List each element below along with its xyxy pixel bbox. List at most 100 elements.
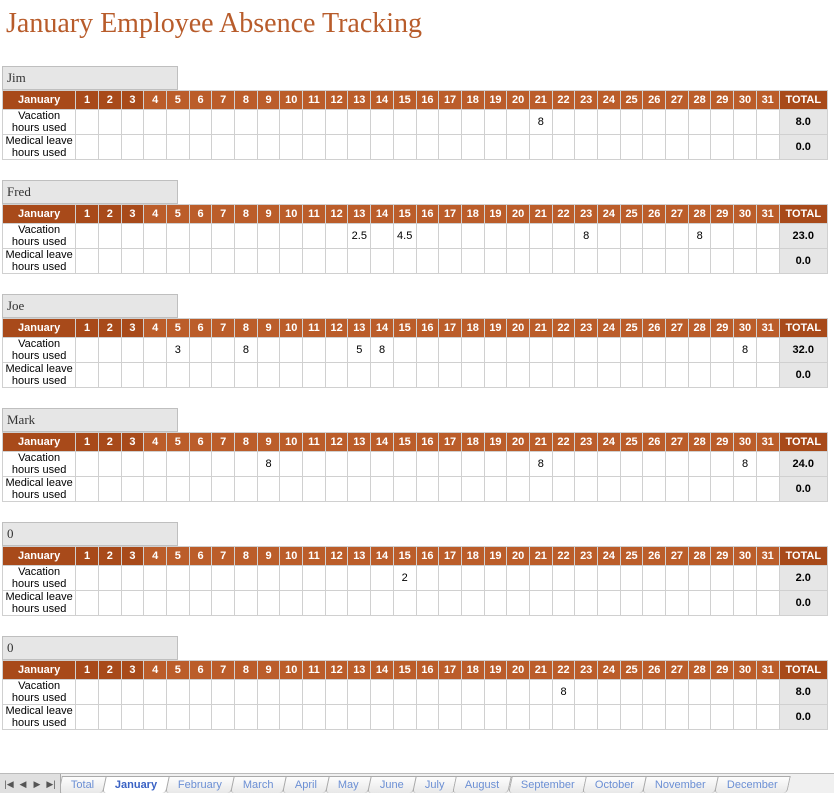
day-cell[interactable] — [529, 705, 552, 730]
day-cell[interactable] — [643, 591, 666, 616]
day-cell[interactable] — [393, 477, 416, 502]
day-cell[interactable] — [166, 705, 189, 730]
day-cell[interactable] — [575, 452, 598, 477]
day-cell[interactable] — [598, 566, 621, 591]
day-cell[interactable] — [121, 249, 144, 274]
day-cell[interactable] — [734, 110, 757, 135]
day-cell[interactable] — [575, 135, 598, 160]
day-cell[interactable] — [121, 224, 144, 249]
day-cell[interactable] — [666, 566, 689, 591]
day-cell[interactable] — [393, 110, 416, 135]
day-cell[interactable] — [257, 477, 280, 502]
day-cell[interactable] — [235, 135, 258, 160]
day-cell[interactable] — [76, 452, 99, 477]
day-cell[interactable] — [393, 135, 416, 160]
day-cell[interactable] — [348, 680, 371, 705]
day-cell[interactable] — [235, 680, 258, 705]
day-cell[interactable] — [529, 249, 552, 274]
day-cell[interactable] — [257, 338, 280, 363]
day-cell[interactable] — [666, 338, 689, 363]
sheet-tab[interactable]: December — [714, 776, 790, 793]
day-cell[interactable] — [98, 452, 121, 477]
day-cell[interactable] — [212, 452, 235, 477]
day-cell[interactable] — [416, 477, 439, 502]
day-cell[interactable] — [711, 477, 734, 502]
day-cell[interactable] — [257, 249, 280, 274]
day-cell[interactable] — [212, 249, 235, 274]
day-cell[interactable] — [76, 591, 99, 616]
day-cell[interactable] — [620, 591, 643, 616]
day-cell[interactable]: 8 — [257, 452, 280, 477]
day-cell[interactable] — [325, 452, 348, 477]
day-cell[interactable] — [688, 363, 711, 388]
day-cell[interactable] — [552, 477, 575, 502]
day-cell[interactable] — [280, 477, 303, 502]
day-cell[interactable] — [257, 135, 280, 160]
day-cell[interactable] — [303, 135, 326, 160]
day-cell[interactable] — [734, 705, 757, 730]
day-cell[interactable] — [371, 477, 394, 502]
day-cell[interactable] — [575, 363, 598, 388]
day-cell[interactable] — [507, 680, 530, 705]
day-cell[interactable] — [98, 249, 121, 274]
day-cell[interactable] — [166, 363, 189, 388]
sheet-tab[interactable]: July — [412, 776, 457, 793]
day-cell[interactable] — [666, 591, 689, 616]
day-cell[interactable] — [734, 363, 757, 388]
day-cell[interactable] — [348, 705, 371, 730]
day-cell[interactable] — [393, 591, 416, 616]
sheet-tab[interactable]: November — [643, 776, 719, 793]
day-cell[interactable] — [711, 338, 734, 363]
day-cell[interactable] — [552, 249, 575, 274]
day-cell[interactable] — [416, 566, 439, 591]
day-cell[interactable] — [348, 135, 371, 160]
day-cell[interactable] — [416, 591, 439, 616]
sheet-tab[interactable]: May — [325, 776, 371, 793]
day-cell[interactable] — [280, 680, 303, 705]
day-cell[interactable] — [189, 680, 212, 705]
day-cell[interactable] — [212, 363, 235, 388]
day-cell[interactable] — [598, 680, 621, 705]
day-cell[interactable] — [461, 135, 484, 160]
day-cell[interactable] — [303, 249, 326, 274]
day-cell[interactable] — [76, 680, 99, 705]
day-cell[interactable] — [121, 452, 144, 477]
day-cell[interactable] — [212, 680, 235, 705]
day-cell[interactable] — [643, 566, 666, 591]
day-cell[interactable] — [688, 135, 711, 160]
day-cell[interactable] — [371, 566, 394, 591]
day-cell[interactable] — [121, 363, 144, 388]
day-cell[interactable] — [643, 224, 666, 249]
day-cell[interactable] — [303, 338, 326, 363]
day-cell[interactable] — [212, 110, 235, 135]
day-cell[interactable] — [325, 680, 348, 705]
day-cell[interactable] — [98, 566, 121, 591]
day-cell[interactable] — [688, 477, 711, 502]
day-cell[interactable] — [144, 680, 167, 705]
day-cell[interactable] — [393, 705, 416, 730]
day-cell[interactable] — [121, 135, 144, 160]
day-cell[interactable]: 8 — [529, 452, 552, 477]
day-cell[interactable] — [507, 363, 530, 388]
day-cell[interactable] — [98, 135, 121, 160]
day-cell[interactable] — [166, 477, 189, 502]
day-cell[interactable] — [121, 705, 144, 730]
day-cell[interactable] — [371, 452, 394, 477]
day-cell[interactable] — [598, 224, 621, 249]
day-cell[interactable] — [529, 338, 552, 363]
day-cell[interactable] — [620, 224, 643, 249]
day-cell[interactable] — [348, 477, 371, 502]
day-cell[interactable]: 2 — [393, 566, 416, 591]
day-cell[interactable] — [189, 452, 212, 477]
day-cell[interactable] — [552, 338, 575, 363]
day-cell[interactable] — [620, 135, 643, 160]
day-cell[interactable] — [620, 110, 643, 135]
day-cell[interactable] — [416, 224, 439, 249]
day-cell[interactable] — [756, 680, 779, 705]
day-cell[interactable] — [484, 363, 507, 388]
day-cell[interactable] — [280, 705, 303, 730]
day-cell[interactable] — [666, 452, 689, 477]
day-cell[interactable] — [303, 363, 326, 388]
day-cell[interactable]: 8 — [235, 338, 258, 363]
day-cell[interactable] — [461, 680, 484, 705]
